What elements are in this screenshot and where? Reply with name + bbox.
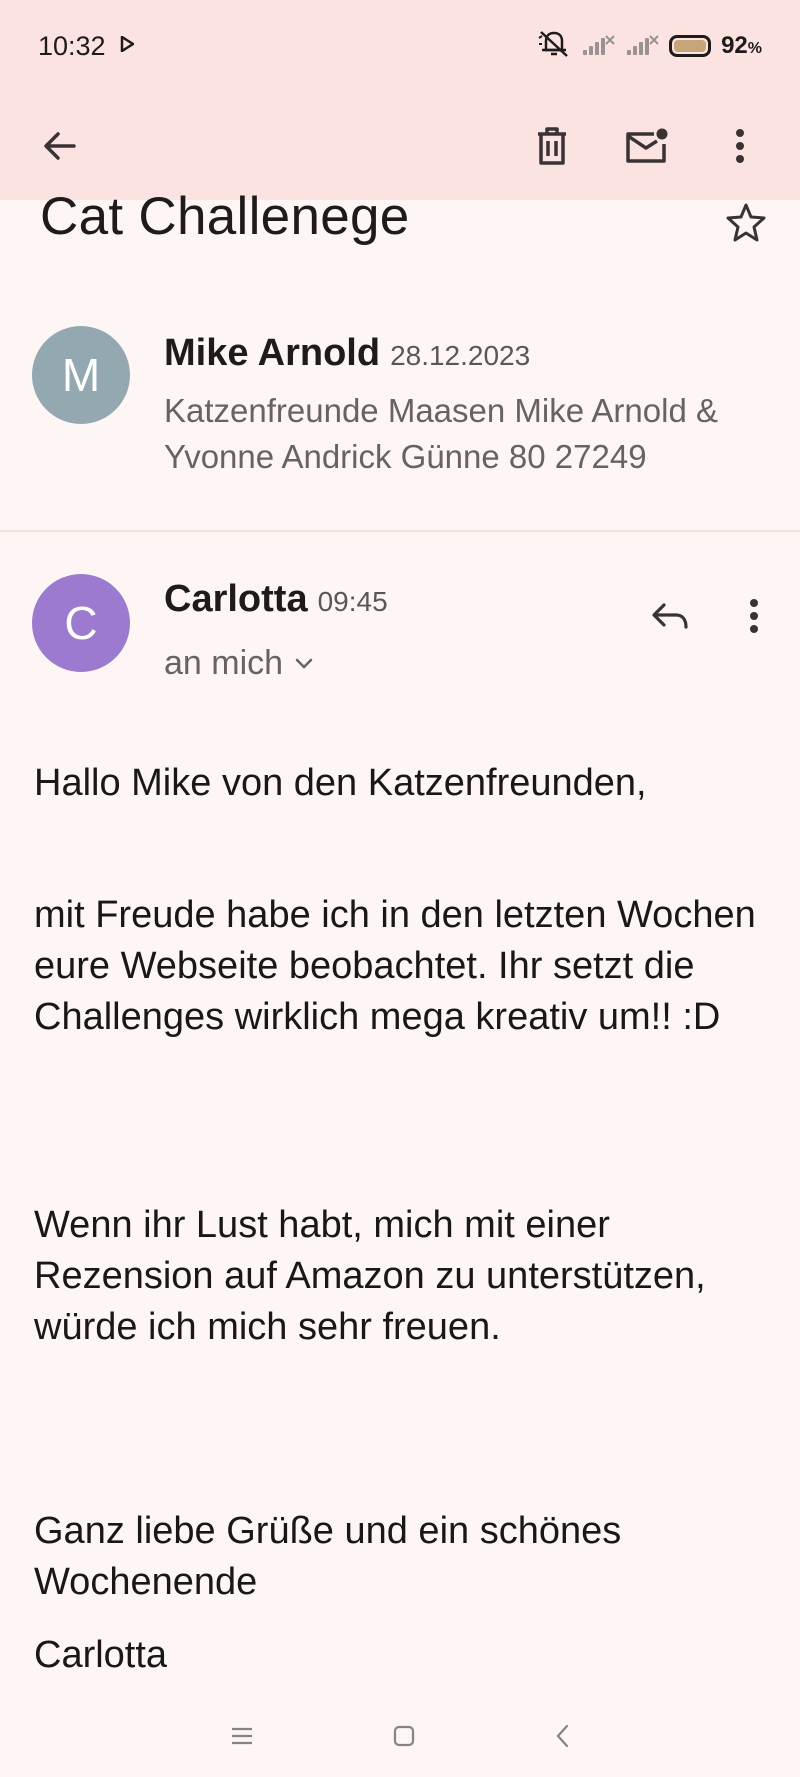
- message-date: 28.12.2023: [390, 340, 531, 371]
- reply-icon: [652, 603, 688, 629]
- mail-unread-icon: [626, 128, 668, 163]
- reply-button[interactable]: [640, 586, 700, 646]
- signal-1-icon: [581, 35, 615, 57]
- star-outline-icon: [726, 203, 766, 242]
- email-subject: Cat Challenege: [40, 187, 410, 246]
- battery-icon: [669, 35, 712, 57]
- recipient-details-toggle[interactable]: an mich: [164, 644, 313, 683]
- message-time: 09:45: [317, 586, 388, 617]
- bell-muted-icon: [537, 28, 571, 65]
- status-bar: 10:32 92%: [0, 0, 800, 92]
- mark-unread-button[interactable]: [616, 116, 676, 176]
- home-square-icon: [393, 1725, 415, 1747]
- divider: [0, 530, 800, 532]
- status-time: 10:32: [38, 30, 106, 61]
- chevron-left-icon: [556, 1724, 569, 1748]
- message-snippet[interactable]: Katzenfreunde Maasen Mike Arnold & Yvonn…: [164, 388, 764, 480]
- message-more-button[interactable]: [724, 586, 784, 646]
- trash-icon: [538, 127, 566, 165]
- avatar[interactable]: C: [32, 574, 130, 672]
- body-paragraph: Wenn ihr Lust habt, mich mit einer Rezen…: [34, 1204, 706, 1348]
- battery-percent: 92%: [721, 32, 762, 59]
- sender-name[interactable]: Mike Arnold 28.12.2023: [164, 332, 530, 375]
- more-vert-icon: [736, 129, 744, 163]
- delete-button[interactable]: [522, 116, 582, 176]
- star-button[interactable]: [726, 202, 766, 247]
- recents-button[interactable]: [231, 1727, 253, 1750]
- chevron-down-icon: [295, 658, 313, 669]
- body-greeting: Hallo Mike von den Katzenfreunden,: [34, 762, 647, 804]
- arrow-left-icon: [44, 132, 76, 160]
- body-signature: Carlotta: [34, 1634, 168, 1676]
- system-nav-bar: [0, 1700, 800, 1777]
- back-nav-button[interactable]: [555, 1724, 569, 1753]
- app-bar: [0, 92, 800, 200]
- recipient-label: an mich: [164, 644, 284, 682]
- menu-icon: [232, 1727, 252, 1745]
- signal-2-icon: [625, 35, 659, 57]
- body-paragraph: mit Freude habe ich in den letzten Woche…: [34, 894, 756, 1038]
- home-button[interactable]: [393, 1725, 415, 1752]
- back-button[interactable]: [30, 116, 90, 176]
- avatar[interactable]: M: [32, 326, 130, 424]
- sender-name[interactable]: Carlotta 09:45: [164, 578, 388, 621]
- media-play-icon: [120, 34, 135, 57]
- body-closing: Ganz liebe Grüße und ein schönes Wochene…: [34, 1510, 622, 1603]
- more-options-button[interactable]: [710, 116, 770, 176]
- more-vert-icon: [750, 599, 758, 633]
